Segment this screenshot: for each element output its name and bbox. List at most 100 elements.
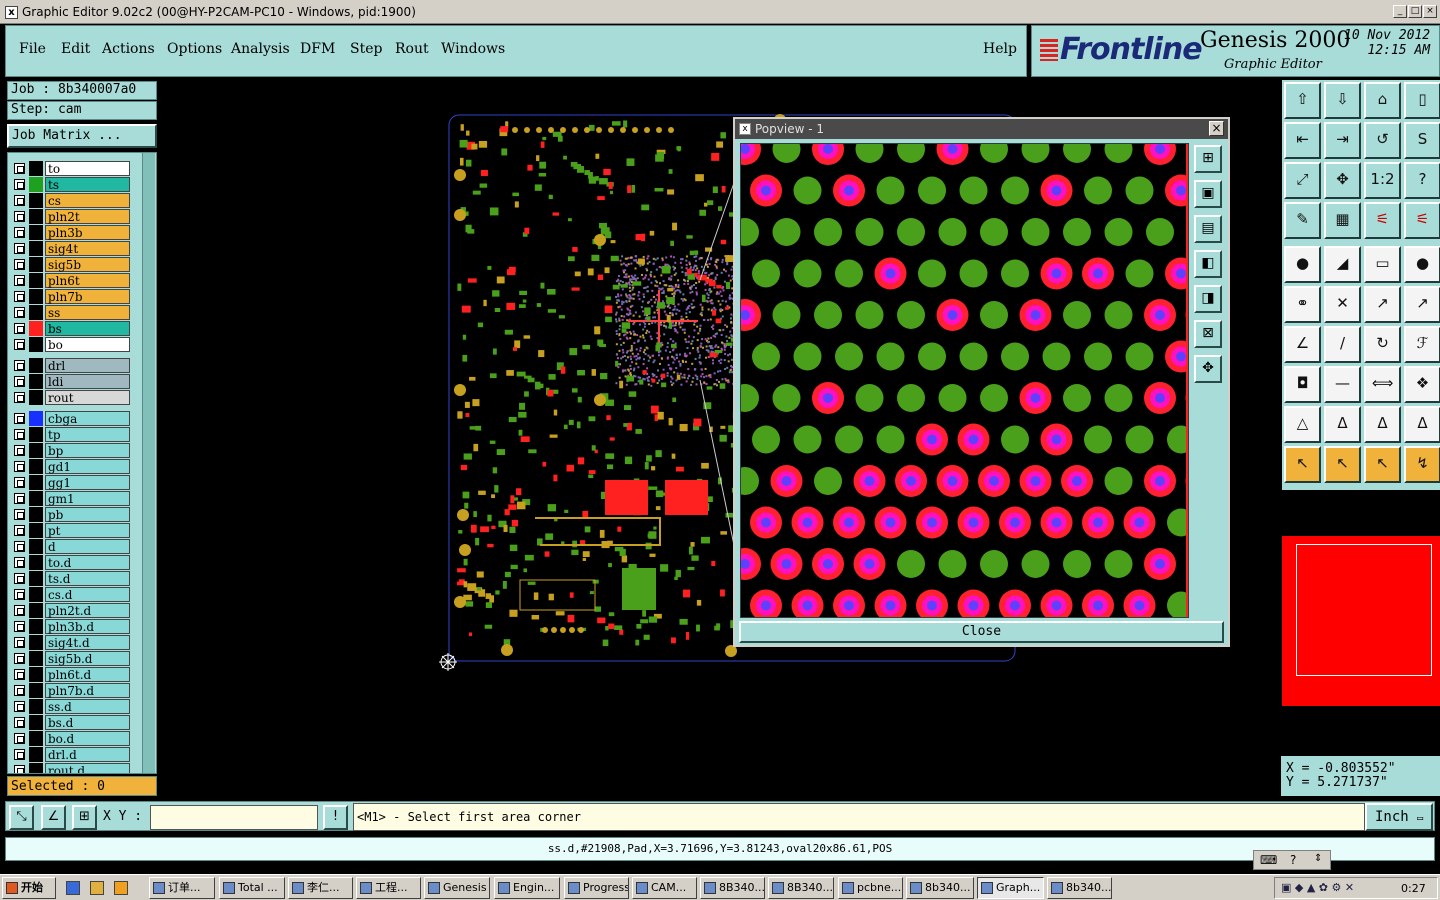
layer-row-pln3b[interactable]: pln3b	[10, 225, 130, 240]
popview-right-icon[interactable]: ◨	[1194, 285, 1222, 313]
layer-row-pln2t-d[interactable]: pln2t.d	[10, 603, 130, 618]
layer-checkbox[interactable]	[14, 525, 25, 536]
help-icon[interactable]: ?	[1290, 853, 1296, 867]
layer-name[interactable]: rout.d	[45, 763, 130, 773]
layer-name[interactable]: pln6t	[45, 273, 130, 288]
layer-name[interactable]: ldi	[45, 374, 130, 389]
layer-checkbox[interactable]	[14, 509, 25, 520]
next-icon[interactable]: ⇥	[1324, 122, 1361, 159]
layer-name[interactable]: cs	[45, 193, 130, 208]
minimize-icon[interactable]: _	[1393, 5, 1407, 18]
maximize-icon[interactable]: □	[1408, 5, 1422, 18]
layer-checkbox[interactable]	[14, 765, 25, 773]
layer-name[interactable]: d	[45, 539, 130, 554]
layer-name[interactable]: pln2t	[45, 209, 130, 224]
layer-checkbox[interactable]	[14, 307, 25, 318]
layer-name[interactable]: pln3b.d	[45, 619, 130, 634]
layer-checkbox[interactable]	[14, 413, 25, 424]
taskbar-item[interactable]: Graph...	[977, 877, 1044, 899]
layer-name[interactable]: pb	[45, 507, 130, 522]
snap-icon[interactable]: ⤡	[9, 805, 34, 830]
layer-checkbox[interactable]	[14, 195, 25, 206]
layer-checkbox[interactable]	[14, 392, 25, 403]
layer-checkbox[interactable]	[14, 275, 25, 286]
tray-icons[interactable]: ▣ ◆ ▲ ✿ ⚙ ✕	[1281, 881, 1354, 894]
layer-checkbox[interactable]	[14, 477, 25, 488]
prev-icon[interactable]: ⇤	[1284, 122, 1321, 159]
layer-row-pln6t-d[interactable]: pln6t.d	[10, 667, 130, 682]
menu-edit[interactable]: Edit	[61, 41, 90, 57]
popview-close-icon[interactable]: ×	[1209, 121, 1224, 136]
close-icon[interactable]: ×	[1423, 5, 1437, 18]
zoom-window-icon[interactable]: ▯	[1404, 82, 1440, 119]
layer-name[interactable]: ss	[45, 305, 130, 320]
layer-name[interactable]: drl.d	[45, 747, 130, 762]
blue-shapes-icon[interactable]: ❖	[1404, 366, 1440, 403]
layer-row-bs-d[interactable]: bs.d	[10, 715, 130, 730]
layer-row-pln6t[interactable]: pln6t	[10, 273, 130, 288]
layer-checkbox[interactable]	[14, 557, 25, 568]
menu-actions[interactable]: Actions	[102, 41, 155, 57]
pad-grid[interactable]	[741, 144, 1189, 618]
layer-checkbox[interactable]	[14, 717, 25, 728]
layer-name[interactable]: sig4t.d	[45, 635, 130, 650]
home-icon[interactable]: ⌂	[1364, 82, 1401, 119]
popview-down-icon[interactable]: ▤	[1194, 215, 1222, 243]
triangle-c-icon[interactable]: Δ	[1404, 406, 1440, 443]
popview-up-icon[interactable]: ▣	[1194, 180, 1222, 208]
layer-row-sig5b[interactable]: sig5b	[10, 257, 130, 272]
layer-checkbox[interactable]	[14, 461, 25, 472]
taskbar-item[interactable]: pcbne...	[838, 877, 903, 899]
layer-checkbox[interactable]	[14, 323, 25, 334]
rotate-icon[interactable]: ↻	[1364, 326, 1401, 363]
layer-name[interactable]: sig5b	[45, 257, 130, 272]
menu-windows[interactable]: Windows	[441, 41, 505, 57]
layer-checkbox[interactable]	[14, 179, 25, 190]
layer-name[interactable]: gm1	[45, 491, 130, 506]
dot-arrow-icon[interactable]: ●	[1284, 246, 1321, 283]
layer-checkbox[interactable]	[14, 259, 25, 270]
info-icon[interactable]: !	[323, 805, 348, 830]
layer-scrollbar[interactable]	[142, 153, 155, 773]
slash-icon[interactable]: /	[1324, 326, 1361, 363]
layer-name[interactable]: to	[45, 161, 130, 176]
layer-checkbox[interactable]	[14, 749, 25, 760]
layer-row-sig4t[interactable]: sig4t	[10, 241, 130, 256]
menu-help[interactable]: Help	[983, 41, 1017, 57]
layer-checkbox[interactable]	[14, 227, 25, 238]
taskbar-item[interactable]: 8b340...	[906, 877, 974, 899]
layer-checkbox[interactable]	[14, 376, 25, 387]
layer-checkbox[interactable]	[14, 573, 25, 584]
overview-preview[interactable]	[1282, 536, 1440, 706]
unit-select[interactable]: Inch ▭	[1365, 803, 1433, 831]
layer-name[interactable]: pln7b.d	[45, 683, 130, 698]
xy-input[interactable]	[150, 805, 318, 830]
layer-row-ldi[interactable]: ldi	[10, 374, 130, 389]
popview-center-icon[interactable]: ✥	[1194, 355, 1222, 383]
layer-row-ss[interactable]: ss	[10, 305, 130, 320]
layer-row-pln7b[interactable]: pln7b	[10, 289, 130, 304]
layer-row-pln3b-d[interactable]: pln3b.d	[10, 619, 130, 634]
taskbar-item[interactable]: Progress	[564, 877, 629, 899]
layer-name[interactable]: ss.d	[45, 699, 130, 714]
popview-fit-icon[interactable]: ⊠	[1194, 320, 1222, 348]
layer-name[interactable]: sig4t	[45, 241, 130, 256]
layer-name[interactable]: bo.d	[45, 731, 130, 746]
layer-checkbox[interactable]	[14, 541, 25, 552]
menu-rout[interactable]: Rout	[395, 41, 429, 57]
layer-row-gm1[interactable]: gm1	[10, 491, 130, 506]
ruler-icon[interactable]: ▭	[1364, 246, 1401, 283]
layer-name[interactable]: ts	[45, 177, 130, 192]
layer-checkbox[interactable]	[14, 360, 25, 371]
layer-checkbox[interactable]	[14, 685, 25, 696]
taskbar-item[interactable]: Genesis	[424, 877, 490, 899]
layer-checkbox[interactable]	[14, 701, 25, 712]
taskbar-item[interactable]: Engin...	[494, 877, 560, 899]
layer-row-bp[interactable]: bp	[10, 443, 130, 458]
layer-row-pb[interactable]: pb	[10, 507, 130, 522]
down-layer-icon[interactable]: ⇩	[1324, 82, 1361, 119]
layer-row-drl[interactable]: drl	[10, 358, 130, 373]
layer-name[interactable]: sig5b.d	[45, 651, 130, 666]
measure-tool-icon[interactable]: ✎	[1284, 202, 1321, 239]
layer-row-sig4t-d[interactable]: sig4t.d	[10, 635, 130, 650]
